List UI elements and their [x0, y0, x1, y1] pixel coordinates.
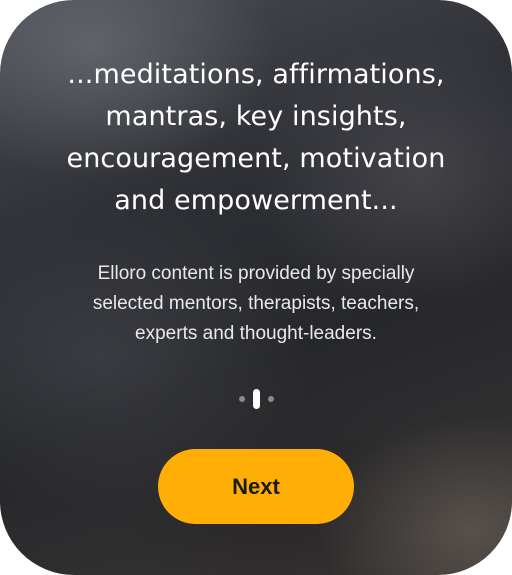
- headline-line: encouragement, motivation: [66, 143, 446, 174]
- headline-line: mantras, key insights,: [105, 101, 407, 132]
- next-button-label: Next: [232, 473, 280, 499]
- page-dot: [238, 396, 245, 402]
- page-dot: [267, 396, 274, 402]
- description-line: experts and thought-leaders.: [135, 323, 377, 344]
- page-dot-active: [252, 389, 260, 409]
- headline-line: ...meditations, affirmations,: [67, 59, 445, 90]
- onboarding-headline: ...meditations, affirmations, mantras, k…: [20, 54, 492, 222]
- page-indicator: [0, 388, 512, 410]
- description-line: Elloro content is provided by specially: [97, 263, 415, 284]
- onboarding-description: Elloro content is provided by specially …: [40, 259, 472, 349]
- next-button[interactable]: Next: [158, 449, 354, 524]
- headline-line: and empowerment...: [114, 185, 398, 216]
- description-line: selected mentors, therapists, teachers,: [92, 293, 420, 314]
- onboarding-card: ...meditations, affirmations, mantras, k…: [0, 0, 512, 575]
